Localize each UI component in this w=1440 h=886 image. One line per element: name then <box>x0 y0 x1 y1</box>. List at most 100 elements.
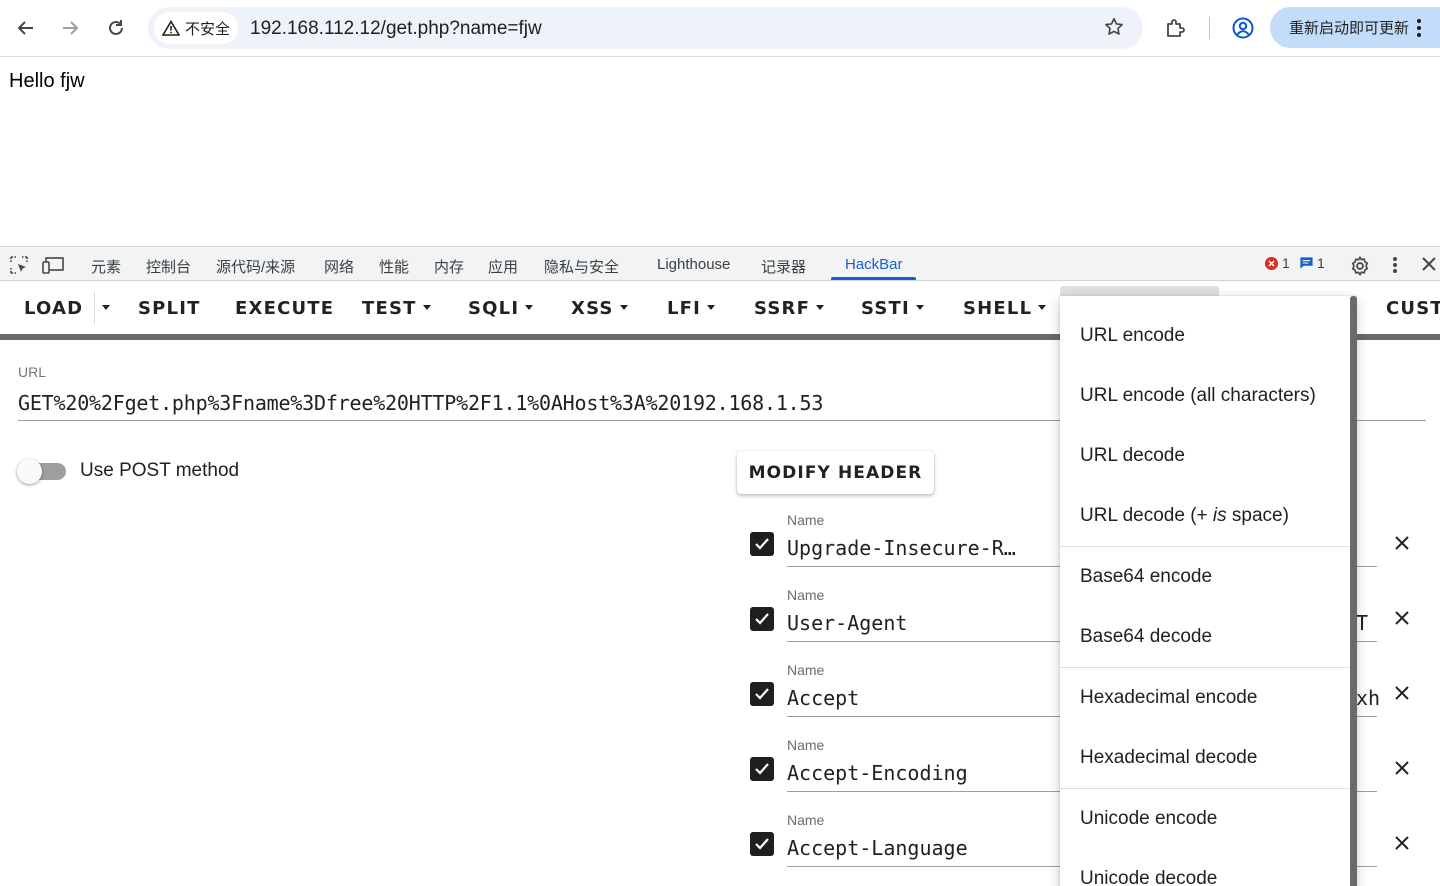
post-toggle[interactable] <box>17 459 42 484</box>
dropdown-scrollbar[interactable] <box>1350 296 1357 886</box>
remove-header-button[interactable] <box>1394 835 1410 856</box>
ssti-menu[interactable]: SSTI <box>861 298 924 319</box>
tab-recorder[interactable]: 记录器 <box>761 256 806 277</box>
forward-button[interactable] <box>55 13 85 43</box>
reload-button[interactable] <box>101 13 131 43</box>
custom-menu[interactable]: CUSTO <box>1386 298 1440 319</box>
sqli-menu[interactable]: SQLI <box>468 298 534 319</box>
address-bar[interactable]: 不安全 192.168.112.12/get.php?name=fjw <box>148 7 1143 49</box>
url-field[interactable]: GET%20%2Fget.php%3Fname%3Dfree%20HTTP%2F… <box>18 391 823 415</box>
header-value-field[interactable]: T <box>1356 611 1368 635</box>
execute-button[interactable]: EXECUTE <box>235 298 334 319</box>
check-icon <box>755 613 769 625</box>
close-icon <box>1395 536 1409 550</box>
tab-performance[interactable]: 性能 <box>379 256 409 277</box>
header-name-label: Name <box>787 512 825 528</box>
xss-menu-label: XSS <box>571 298 614 319</box>
split-button[interactable]: SPLIT <box>138 298 201 319</box>
devtools-more-button[interactable] <box>1391 255 1399 280</box>
tab-lighthouse[interactable]: Lighthouse <box>657 256 730 273</box>
url-text[interactable]: 192.168.112.12/get.php?name=fjw <box>250 18 542 40</box>
lfi-menu-label: LFI <box>667 298 702 319</box>
menu-item-text: is <box>1212 505 1227 526</box>
header-enable-checkbox[interactable] <box>750 682 774 706</box>
error-count-badge[interactable]: 1 <box>1264 255 1290 271</box>
star-icon <box>1105 17 1123 35</box>
more-vert-icon <box>1417 19 1421 37</box>
back-button[interactable] <box>11 13 41 43</box>
update-button[interactable]: 重新启动即可更新 <box>1270 7 1440 48</box>
reload-icon <box>109 20 123 35</box>
remove-header-button[interactable] <box>1394 760 1410 781</box>
devtools-settings-button[interactable] <box>1349 255 1371 282</box>
close-icon <box>1395 761 1409 775</box>
tab-console[interactable]: 控制台 <box>146 256 191 277</box>
close-icon <box>1395 611 1409 625</box>
inspect-element-button[interactable] <box>9 255 29 280</box>
menu-item-hex-decode[interactable]: Hexadecimal decode <box>1080 747 1257 769</box>
menu-item-unicode-encode[interactable]: Unicode encode <box>1080 808 1217 830</box>
devtools-tab-bar: 元素 控制台 源代码/来源 网络 性能 内存 应用 隐私与安全 Lighthou… <box>0 246 1440 281</box>
active-tab-indicator <box>831 277 916 280</box>
load-options-button[interactable] <box>96 298 110 319</box>
menu-divider <box>1060 546 1350 547</box>
test-menu[interactable]: TEST <box>362 298 431 319</box>
extensions-button[interactable] <box>1164 16 1188 45</box>
update-label: 重新启动即可更新 <box>1289 20 1410 37</box>
profile-button[interactable] <box>1231 16 1255 45</box>
close-icon <box>1422 257 1436 271</box>
tab-memory[interactable]: 内存 <box>434 256 464 277</box>
message-icon <box>1300 257 1313 269</box>
remove-header-button[interactable] <box>1394 610 1410 631</box>
arrow-left-icon <box>17 21 33 35</box>
menu-item-base64-decode[interactable]: Base64 decode <box>1080 626 1212 648</box>
xss-menu[interactable]: XSS <box>571 298 628 319</box>
header-name-field[interactable]: Upgrade-Insecure-R… <box>787 536 1016 560</box>
security-chip[interactable]: 不安全 <box>154 12 238 44</box>
tab-network[interactable]: 网络 <box>324 256 354 277</box>
post-toggle-label: Use POST method <box>80 460 240 481</box>
header-name-field[interactable]: User-Agent <box>787 611 907 635</box>
header-name-field[interactable]: Accept-Language <box>787 836 968 860</box>
menu-item-url-decode-plus-space[interactable]: URL decode (+ is space) <box>1080 505 1289 527</box>
tab-hackbar[interactable]: HackBar <box>845 256 903 273</box>
shell-menu-label: SHELL <box>963 298 1033 319</box>
menu-item-url-decode[interactable]: URL decode <box>1080 445 1185 467</box>
ssrf-menu[interactable]: SSRF <box>754 298 825 319</box>
caret-down-icon <box>707 304 716 310</box>
message-count-badge[interactable]: 1 <box>1299 255 1325 271</box>
load-split-divider <box>94 292 95 324</box>
menu-item-hex-encode[interactable]: Hexadecimal encode <box>1080 687 1257 709</box>
header-name-field[interactable]: Accept <box>787 686 859 710</box>
menu-divider <box>1060 667 1350 668</box>
modify-header-button[interactable]: MODIFY HEADER <box>737 451 934 494</box>
device-toolbar-button[interactable] <box>42 255 66 280</box>
menu-item-url-encode[interactable]: URL encode <box>1080 325 1185 347</box>
browser-toolbar: 不安全 192.168.112.12/get.php?name=fjw 重新启动… <box>0 0 1440 57</box>
caret-down-icon <box>816 304 825 310</box>
menu-item-url-encode-all[interactable]: URL encode (all characters) <box>1080 385 1316 407</box>
lfi-menu[interactable]: LFI <box>667 298 716 319</box>
header-enable-checkbox[interactable] <box>750 757 774 781</box>
header-enable-checkbox[interactable] <box>750 832 774 856</box>
header-name-field[interactable]: Accept-Encoding <box>787 761 968 785</box>
remove-header-button[interactable] <box>1394 535 1410 556</box>
devtools-close-button[interactable] <box>1420 255 1438 278</box>
tab-privacy-security[interactable]: 隐私与安全 <box>544 256 619 277</box>
menu-item-unicode-decode[interactable]: Unicode decode <box>1080 868 1217 886</box>
check-icon <box>755 688 769 700</box>
menu-item-base64-encode[interactable]: Base64 encode <box>1080 566 1212 588</box>
menu-divider <box>1060 788 1350 789</box>
tab-sources[interactable]: 源代码/来源 <box>216 256 295 277</box>
header-value-field[interactable]: xh <box>1356 686 1380 710</box>
bookmark-button[interactable] <box>1103 16 1125 43</box>
tab-elements[interactable]: 元素 <box>91 256 121 277</box>
header-enable-checkbox[interactable] <box>750 532 774 556</box>
message-count: 1 <box>1317 255 1325 271</box>
header-enable-checkbox[interactable] <box>750 607 774 631</box>
tab-application[interactable]: 应用 <box>488 256 518 277</box>
load-button[interactable]: LOAD <box>24 298 83 319</box>
remove-header-button[interactable] <box>1394 685 1410 706</box>
shell-menu[interactable]: SHELL <box>963 298 1047 319</box>
close-icon <box>1395 836 1409 850</box>
